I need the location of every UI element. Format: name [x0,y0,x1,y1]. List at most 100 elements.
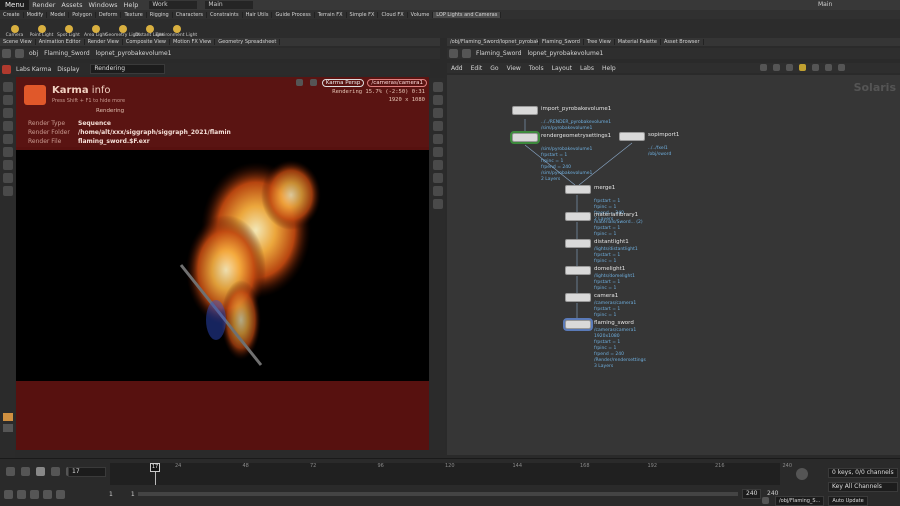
first-frame-icon[interactable] [6,467,15,476]
render-status-field[interactable]: Rendering [90,64,166,74]
pane-tab-left[interactable]: Motion FX View [170,39,216,45]
stage-icon[interactable] [432,173,443,183]
range-start2[interactable]: 1 [131,491,135,498]
node-import[interactable] [512,106,538,115]
range-start[interactable]: 1 [109,491,113,498]
camera-tool-icon[interactable] [2,121,13,131]
tool-icon-2[interactable] [773,64,780,71]
realtime-icon[interactable] [43,489,52,499]
pane-tab-left[interactable]: Geometry Spreadsheet [215,39,281,45]
network-menu-item[interactable]: Help [598,65,620,72]
node-rendergeometrysettings[interactable] [510,131,540,144]
shelf-tool[interactable]: Point Light [29,25,54,38]
tool-icon-4[interactable] [799,64,806,71]
network-menu-item[interactable]: Tools [525,65,548,72]
shelf-tab[interactable]: Characters [173,11,208,18]
key-icon[interactable] [4,489,13,499]
menu-item[interactable]: Help [121,1,142,9]
menu-item[interactable]: Render [29,1,58,9]
shelf-tool[interactable]: Camera [2,25,27,38]
menu-button[interactable]: Menu [0,0,30,10]
shelf-tab[interactable]: Guide Process [272,11,315,18]
view-tool-icon[interactable] [2,186,13,196]
pane-tab-right[interactable]: Asset Browser [661,39,704,45]
range-slider[interactable] [138,492,738,496]
lock-icon[interactable] [2,95,13,105]
shelf-tab[interactable]: Polygon [69,11,96,18]
pane-tab-right[interactable]: Tree View [584,39,615,45]
node-camera[interactable] [565,293,591,302]
playhead[interactable]: 17 [150,463,160,472]
all-channels-button[interactable]: Key All Channels [828,482,898,492]
pane-tab-right[interactable]: Flaming_Sword [539,39,584,45]
range-end[interactable]: 240 [742,489,762,499]
pane-tab-left[interactable]: Scene View [0,39,36,45]
forward-icon[interactable] [15,49,24,58]
node-distantlight[interactable] [565,239,591,248]
light-display-icon[interactable] [432,160,443,170]
shelf-tab[interactable]: Constraints [207,11,243,18]
shelf-tab[interactable]: Create [0,11,24,18]
shelf-tab[interactable]: Model [47,11,70,18]
grid-icon[interactable] [432,186,443,196]
pane-tab-right[interactable]: Material Palette [615,39,661,45]
forward-icon-right[interactable] [462,49,471,58]
shelf-tab[interactable]: Terrain FX [315,11,347,18]
back-icon[interactable] [2,49,11,58]
light-tool-icon[interactable] [2,108,13,118]
shelf-tab[interactable]: Volume [408,11,434,18]
node-materiallibrary[interactable] [565,212,591,221]
path-node[interactable]: Flaming_Sword [41,50,92,57]
back-icon-right[interactable] [449,49,458,58]
shelf-tool[interactable]: Spot Light [56,25,81,38]
loop-icon[interactable] [17,489,26,499]
network-menu-item[interactable]: Layout [548,65,576,72]
tool-icon-1[interactable] [760,64,767,71]
frame-field[interactable]: 17 [68,467,106,477]
range-icon[interactable] [56,489,65,499]
node-domelight[interactable] [565,266,591,275]
ghost-icon[interactable] [432,95,443,105]
film-icon[interactable] [2,424,13,432]
node-merge[interactable] [565,185,591,194]
display-options-icon[interactable] [432,134,443,144]
display-label[interactable]: Display [54,66,82,73]
bookmark-icon[interactable] [2,413,13,421]
keys-field[interactable]: 0 keys, 0/0 channels [828,468,898,478]
path-node-right[interactable]: Flaming_Sword [473,50,524,57]
tool-icon-3[interactable] [786,64,793,71]
network-menu-item[interactable]: Edit [467,65,487,72]
shelf-tab[interactable]: Texture [121,11,147,18]
shelf-tab[interactable]: Rigging [147,11,173,18]
prev-frame-icon[interactable] [21,467,30,476]
pane-tab-left[interactable]: Composite View [123,39,170,45]
stop-icon[interactable] [36,467,45,476]
shelf-tab[interactable]: Deform [96,11,122,18]
network-menu-item[interactable]: View [503,65,525,72]
pane-tab-left[interactable]: Render View [85,39,123,45]
path-sub-right[interactable]: lopnet_pyrobakevolume1 [524,50,606,57]
sound-icon[interactable] [30,489,39,499]
scene-select[interactable]: Main [205,1,254,9]
wireframe-icon[interactable] [432,121,443,131]
shelf-tab[interactable]: Modify [24,11,48,18]
desktop-select[interactable]: Work [149,1,198,9]
shelf-tab[interactable]: Simple FX [347,11,379,18]
brush-icon[interactable] [295,79,303,86]
node-sopimport[interactable] [619,132,645,141]
right-scene-select[interactable]: Main [818,1,878,9]
render-viewport[interactable]: Karma info Press Shift + F1 to hide more… [16,77,429,450]
tool-icon-6[interactable] [825,64,832,71]
snapshot-icon[interactable] [432,82,443,92]
persp-button[interactable]: Karma Persp [321,79,365,87]
camera-button[interactable]: /cameras/camera1 [367,79,427,87]
info-icon[interactable] [432,199,443,209]
shelf-tool[interactable]: Geometry Light [105,25,140,38]
tool-icon-5[interactable] [812,64,819,71]
select-tool-icon[interactable] [2,82,13,92]
snap-icon[interactable] [2,173,13,183]
auto-update-button[interactable]: Auto Update [828,495,868,506]
path-root[interactable]: obj [26,50,41,57]
path-sub[interactable]: lopnet_pyrobakevolume1 [93,50,175,57]
shelf-tab[interactable]: Hair Utils [243,11,273,18]
